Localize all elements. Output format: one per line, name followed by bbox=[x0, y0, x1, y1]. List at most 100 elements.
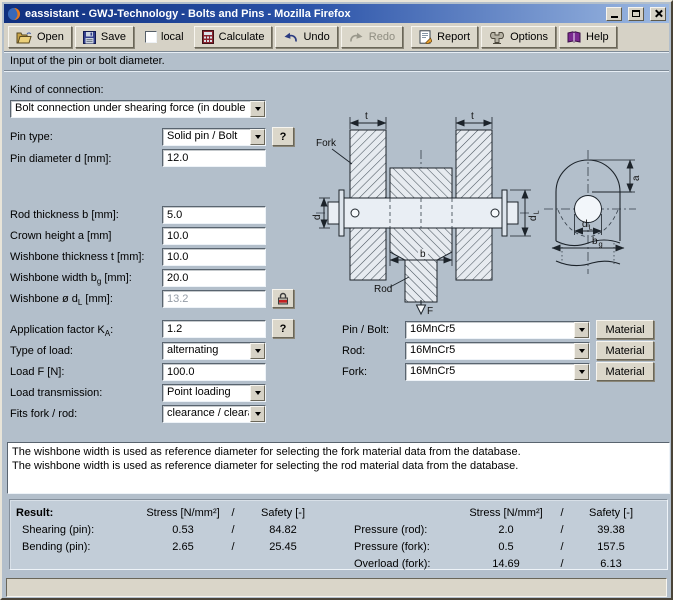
rod-lower-section bbox=[390, 228, 452, 302]
type-of-load-label: Type of load: bbox=[10, 345, 73, 357]
fork-material-button[interactable]: Material bbox=[596, 362, 654, 381]
result-stress-value: 0.5 bbox=[460, 538, 552, 555]
wishbone-diameter-input bbox=[162, 290, 266, 308]
fork-material-value: 16MnCr5 bbox=[406, 364, 573, 379]
svg-text:b: b bbox=[592, 236, 598, 247]
fork-eye-end-view-drawing: a d L b g bbox=[542, 122, 668, 284]
dropdown-button[interactable] bbox=[250, 406, 265, 422]
pin-bolt-material-button[interactable]: Material bbox=[596, 320, 654, 339]
svg-text:F: F bbox=[427, 306, 433, 316]
result-safety-value: 84.82 bbox=[244, 521, 322, 538]
report-label: Report bbox=[437, 31, 470, 43]
dropdown-button[interactable] bbox=[250, 129, 265, 145]
open-button[interactable]: Open bbox=[8, 26, 72, 48]
svg-text:d: d bbox=[312, 214, 323, 220]
status-line: Input of the pin or bolt diameter. bbox=[10, 55, 165, 67]
chevron-down-icon bbox=[255, 349, 261, 353]
kind-of-connection-value: Bolt connection under shearing force (in… bbox=[11, 101, 249, 116]
load-input[interactable] bbox=[162, 363, 266, 381]
load-transmission-label: Load transmission: bbox=[10, 387, 102, 399]
wishbone-diameter-label: Wishbone ø dL [mm]: bbox=[10, 293, 113, 307]
fits-fork-rod-value: clearance / clearance bbox=[163, 406, 249, 421]
type-of-load-select[interactable]: alternating bbox=[162, 342, 266, 360]
rod-material-button[interactable]: Material bbox=[596, 341, 654, 360]
firefox-icon bbox=[7, 7, 21, 21]
open-folder-icon bbox=[16, 31, 32, 44]
dropdown-button[interactable] bbox=[250, 343, 265, 359]
pin-bolt-material-label: Pin / Bolt: bbox=[342, 324, 389, 336]
maximize-button[interactable] bbox=[628, 7, 644, 21]
chevron-down-icon bbox=[255, 135, 261, 139]
slash: / bbox=[552, 504, 572, 521]
calculate-button[interactable]: Calculate bbox=[194, 26, 273, 48]
wishbone-width-input[interactable] bbox=[162, 269, 266, 287]
undo-arrow-icon bbox=[283, 32, 298, 43]
options-tool-icon bbox=[489, 31, 505, 44]
fork-label: Fork bbox=[316, 138, 337, 149]
toolbar: Open Save local bbox=[4, 23, 669, 51]
result-row-label: Overload (fork): bbox=[348, 555, 460, 572]
result-safety-value: 39.38 bbox=[572, 521, 650, 538]
crown-height-input[interactable] bbox=[162, 227, 266, 245]
redo-arrow-icon bbox=[349, 32, 364, 43]
dropdown-button[interactable] bbox=[250, 385, 265, 401]
open-label: Open bbox=[37, 31, 64, 43]
help-label: Help bbox=[586, 31, 609, 43]
local-checkbox-label: local bbox=[161, 31, 184, 43]
dropdown-button[interactable] bbox=[574, 343, 589, 359]
kind-of-connection-select[interactable]: Bolt connection under shearing force (in… bbox=[10, 100, 266, 118]
pin-bolt-material-select[interactable]: 16MnCr5 bbox=[405, 321, 590, 339]
help-book-icon bbox=[567, 31, 581, 43]
undo-button[interactable]: Undo bbox=[275, 26, 337, 48]
pin-type-help-button[interactable]: ? bbox=[272, 127, 294, 146]
svg-text:d: d bbox=[528, 215, 539, 221]
result-panel: Result: Stress [N/mm²] / Safety [-] Shea… bbox=[9, 499, 668, 570]
lock-button[interactable] bbox=[272, 289, 294, 308]
svg-text:L: L bbox=[589, 223, 593, 232]
slash: / bbox=[222, 504, 244, 521]
local-checkbox[interactable] bbox=[145, 31, 157, 43]
separator-bottom bbox=[4, 70, 669, 72]
help-button[interactable]: Help bbox=[559, 26, 617, 48]
minimize-button[interactable] bbox=[606, 7, 622, 21]
save-button[interactable]: Save bbox=[75, 26, 134, 48]
svg-text:L: L bbox=[532, 210, 541, 214]
application-factor-input[interactable] bbox=[162, 320, 266, 338]
svg-text:g: g bbox=[599, 240, 603, 249]
redo-button[interactable]: Redo bbox=[341, 26, 403, 48]
rod-material-label: Rod: bbox=[342, 345, 365, 357]
result-stress-value: 14.69 bbox=[460, 555, 552, 572]
svg-text:d: d bbox=[582, 219, 588, 230]
rod-thickness-label: Rod thickness b [mm]: bbox=[10, 209, 119, 221]
chevron-down-icon bbox=[579, 328, 585, 332]
options-label: Options bbox=[510, 31, 548, 43]
rod-thickness-input[interactable] bbox=[162, 206, 266, 224]
message-line: The wishbone width is used as reference … bbox=[12, 445, 665, 459]
fork-material-select[interactable]: 16MnCr5 bbox=[405, 363, 590, 381]
wishbone-width-label: Wishbone width bg [mm]: bbox=[10, 272, 132, 286]
pin-type-select[interactable]: Solid pin / Bolt bbox=[162, 128, 266, 146]
result-table-left: Result: Stress [N/mm²] / Safety [-] Shea… bbox=[16, 504, 322, 555]
separator-top bbox=[4, 51, 669, 53]
fork-upper-right bbox=[456, 130, 492, 198]
dropdown-button[interactable] bbox=[574, 364, 589, 380]
result-safety-value: 157.5 bbox=[572, 538, 650, 555]
redo-label: Redo bbox=[369, 31, 395, 43]
application-factor-help-button[interactable]: ? bbox=[272, 319, 294, 338]
fits-fork-rod-select[interactable]: clearance / clearance bbox=[162, 405, 266, 423]
close-button[interactable] bbox=[650, 7, 666, 21]
report-button[interactable]: Report bbox=[411, 26, 478, 48]
pin-type-label: Pin type: bbox=[10, 131, 53, 143]
options-button[interactable]: Options bbox=[481, 26, 556, 48]
dropdown-button[interactable] bbox=[250, 101, 265, 117]
rod-material-select[interactable]: 16MnCr5 bbox=[405, 342, 590, 360]
pin-diameter-input[interactable] bbox=[162, 149, 266, 167]
pin-bolt-material-value: 16MnCr5 bbox=[406, 322, 573, 337]
load-transmission-select[interactable]: Point loading bbox=[162, 384, 266, 402]
calculate-label: Calculate bbox=[219, 31, 265, 43]
chevron-down-icon bbox=[579, 370, 585, 374]
dropdown-button[interactable] bbox=[574, 322, 589, 338]
wishbone-thickness-input[interactable] bbox=[162, 248, 266, 266]
safety-header: Safety [-] bbox=[244, 504, 322, 521]
local-checkbox-group[interactable]: local bbox=[145, 31, 184, 43]
